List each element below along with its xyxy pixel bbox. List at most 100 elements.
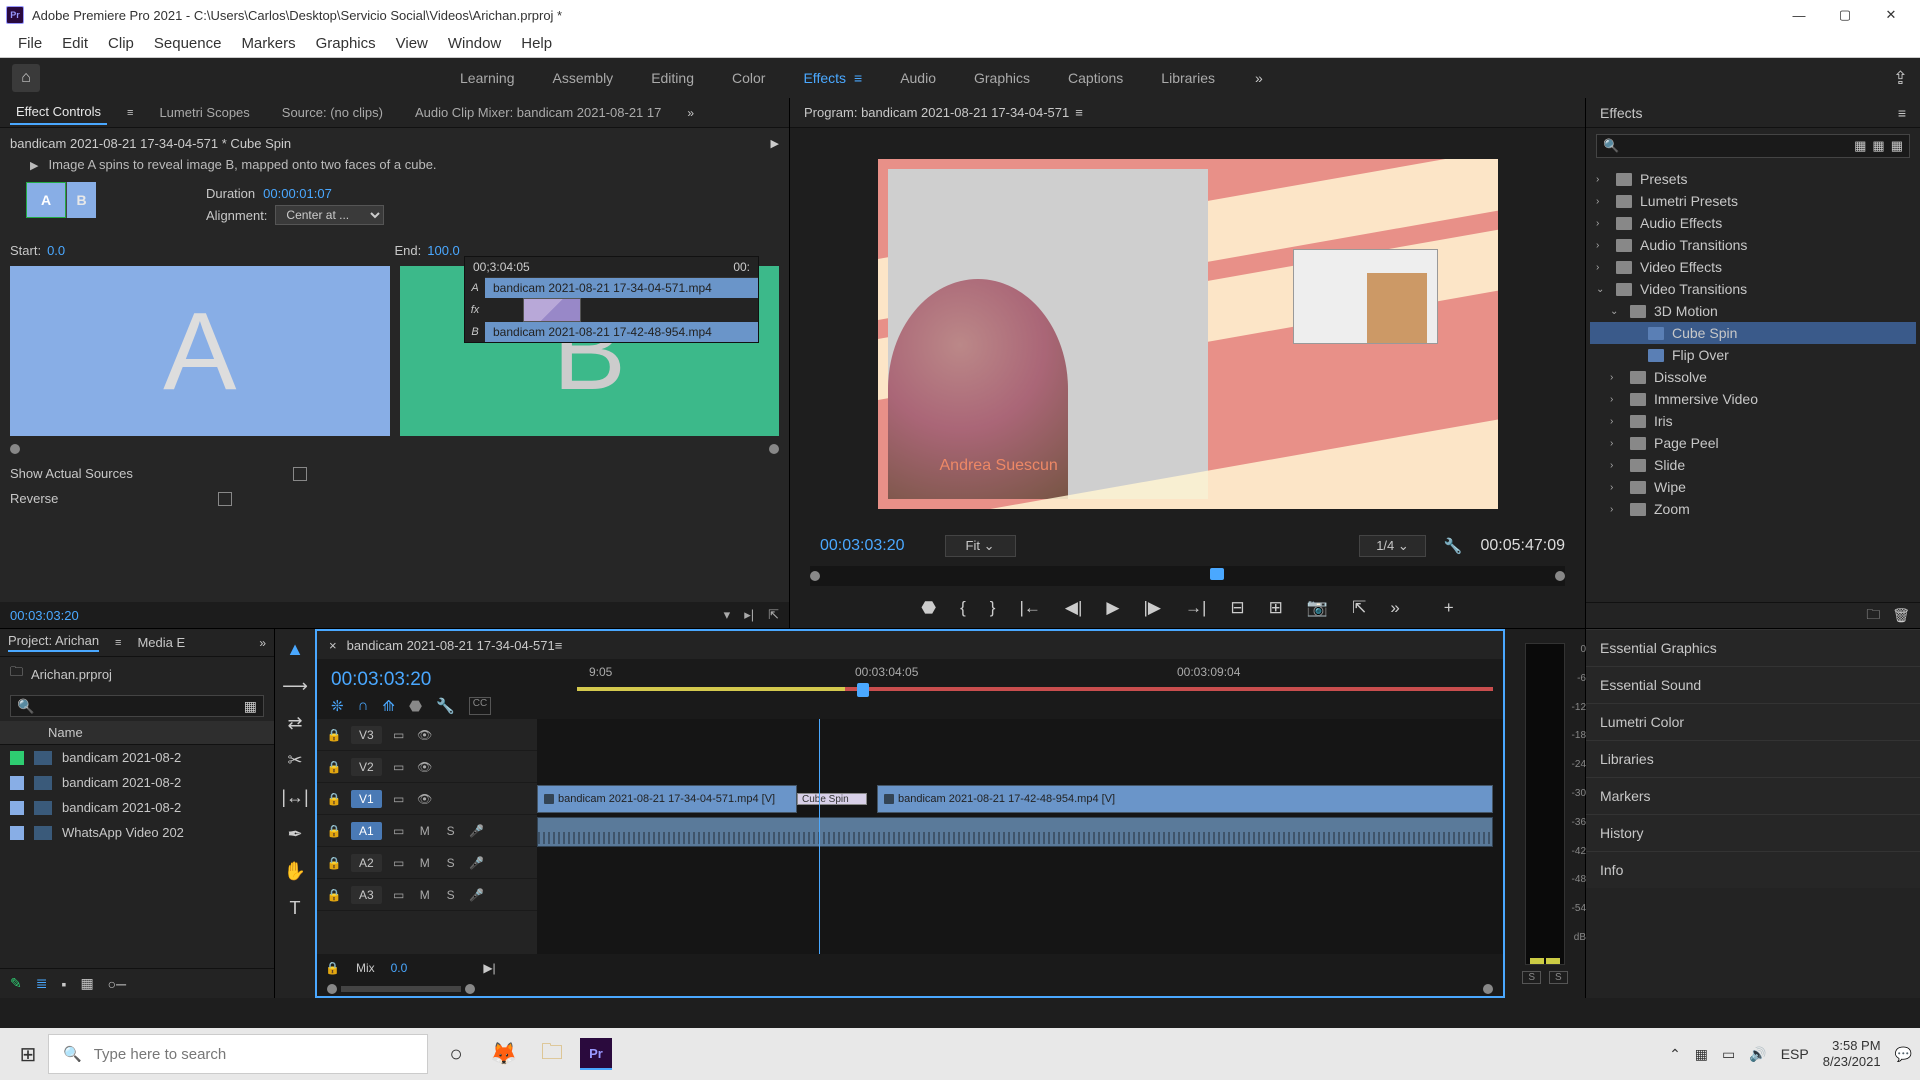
close-button[interactable]: ✕ bbox=[1868, 0, 1914, 30]
effects-item-lumetri-presets[interactable]: ›Lumetri Presets bbox=[1590, 190, 1916, 212]
freeform-view-icon[interactable]: ▦ bbox=[80, 975, 93, 992]
premiere-taskbar-icon[interactable]: Pr bbox=[580, 1038, 612, 1070]
pen-tool-icon[interactable]: ✒ bbox=[287, 824, 302, 845]
mix-value[interactable]: 0.0 bbox=[391, 961, 408, 975]
effects-search[interactable]: 🔍▦▦▦ bbox=[1596, 134, 1910, 158]
tag-icon[interactable]: ⬣ bbox=[409, 697, 422, 715]
solo-r[interactable]: S bbox=[1549, 971, 1568, 984]
end-value[interactable]: 100.0 bbox=[427, 243, 460, 258]
extract-icon[interactable]: ⊞ bbox=[1269, 598, 1283, 618]
step-fwd-icon[interactable]: |▶ bbox=[1143, 598, 1161, 618]
tray-notifications-icon[interactable]: 💬 bbox=[1895, 1046, 1912, 1063]
start-value[interactable]: 0.0 bbox=[47, 243, 65, 258]
workspace-editing[interactable]: Editing bbox=[651, 70, 694, 86]
clip-2[interactable]: bandicam 2021-08-21 17-42-48-954.mp4 [V] bbox=[877, 785, 1493, 813]
tab-source[interactable]: Source: (no clips) bbox=[276, 101, 389, 124]
panel-lumetri-color[interactable]: Lumetri Color bbox=[1586, 703, 1920, 740]
zoom-handle-l[interactable] bbox=[327, 984, 337, 994]
track-header-V2[interactable]: 🔒V2▭👁 bbox=[317, 751, 537, 783]
effects-item-zoom[interactable]: ›Zoom bbox=[1590, 498, 1916, 520]
slip-tool-icon[interactable]: |↔| bbox=[281, 787, 308, 808]
panel-essential-graphics[interactable]: Essential Graphics bbox=[1586, 629, 1920, 666]
start-button[interactable]: ⊞ bbox=[8, 1034, 48, 1074]
program-monitor[interactable]: Andrea Suescun bbox=[790, 128, 1585, 528]
maximize-button[interactable]: ▢ bbox=[1822, 0, 1868, 30]
marker-tool-icon[interactable]: ⟰ bbox=[382, 697, 395, 715]
project-search[interactable]: 🔍▦ bbox=[10, 695, 264, 717]
ec-timecode[interactable]: 00:03:03:20 bbox=[10, 608, 79, 623]
mini-transition[interactable] bbox=[523, 298, 581, 322]
track-header-A3[interactable]: 🔒A3▭MS🎤 bbox=[317, 879, 537, 911]
track-header-V3[interactable]: 🔒V3▭👁 bbox=[317, 719, 537, 751]
track-select-tool-icon[interactable]: ⟶ bbox=[282, 676, 308, 697]
workspace-color[interactable]: Color bbox=[732, 70, 765, 86]
effects-item-flip-over[interactable]: Flip Over bbox=[1590, 344, 1916, 366]
selection-tool-icon[interactable]: ▲ bbox=[286, 639, 304, 660]
effects-item-wipe[interactable]: ›Wipe bbox=[1590, 476, 1916, 498]
export-icon[interactable]: ⇱ bbox=[768, 607, 779, 623]
track-header-A1[interactable]: 🔒A1▭MS🎤 bbox=[317, 815, 537, 847]
panel-menu-icon[interactable]: ≡ bbox=[1898, 105, 1906, 121]
effects-item-audio-effects[interactable]: ›Audio Effects bbox=[1590, 212, 1916, 234]
transition-cube-spin[interactable]: Cube Spin bbox=[797, 793, 867, 805]
effects-item-3d-motion[interactable]: ⌄3D Motion bbox=[1590, 300, 1916, 322]
tray-battery-icon[interactable]: ▭ bbox=[1722, 1046, 1735, 1063]
menu-help[interactable]: Help bbox=[511, 32, 562, 55]
settings-icon[interactable]: 🔧 bbox=[1444, 537, 1463, 555]
play-transition-icon[interactable]: ▶ bbox=[771, 137, 779, 150]
track-header-V1[interactable]: 🔒V1▭👁 bbox=[317, 783, 537, 815]
project-item[interactable]: bandicam 2021-08-2 bbox=[0, 795, 274, 820]
mini-clip-b[interactable]: bandicam 2021-08-21 17-42-48-954.mp4 bbox=[485, 322, 758, 342]
workspace-learning[interactable]: Learning bbox=[460, 70, 515, 86]
icon-view-icon[interactable]: ▪ bbox=[61, 976, 66, 992]
workspace-audio[interactable]: Audio bbox=[900, 70, 936, 86]
tab-lumetri-scopes[interactable]: Lumetri Scopes bbox=[153, 101, 255, 124]
workspace-captions[interactable]: Captions bbox=[1068, 70, 1123, 86]
project-item[interactable]: bandicam 2021-08-2 bbox=[0, 770, 274, 795]
solo-l[interactable]: S bbox=[1522, 971, 1541, 984]
firefox-icon[interactable]: 🦊 bbox=[484, 1034, 524, 1074]
panel-history[interactable]: History bbox=[1586, 814, 1920, 851]
hand-tool-icon[interactable]: ✋ bbox=[284, 861, 306, 882]
effects-item-immersive-video[interactable]: ›Immersive Video bbox=[1590, 388, 1916, 410]
tray-ime-icon[interactable]: ▦ bbox=[1695, 1046, 1708, 1063]
menu-file[interactable]: File bbox=[8, 32, 52, 55]
timeline-content[interactable]: bandicam 2021-08-21 17-34-04-571.mp4 [V]… bbox=[537, 719, 1503, 954]
skip-icon[interactable]: ▶| bbox=[483, 961, 495, 975]
new-item-icon[interactable]: ▦ bbox=[244, 698, 257, 715]
tab-media[interactable]: Media E bbox=[137, 635, 185, 650]
lock-mix-icon[interactable]: 🔒 bbox=[325, 961, 340, 975]
fx-badge-1-icon[interactable]: ▦ bbox=[1854, 138, 1866, 154]
panel-markers[interactable]: Markers bbox=[1586, 777, 1920, 814]
workspace-libraries[interactable]: Libraries bbox=[1161, 70, 1215, 86]
zoom-fit-select[interactable]: Fit ⌄ bbox=[945, 535, 1016, 557]
fx-badge-3-icon[interactable]: ▦ bbox=[1891, 138, 1903, 154]
effects-item-video-effects[interactable]: ›Video Effects bbox=[1590, 256, 1916, 278]
effects-item-presets[interactable]: ›Presets bbox=[1590, 168, 1916, 190]
step-icon[interactable]: ▸| bbox=[744, 607, 754, 623]
preview-play-icon[interactable]: ▶ bbox=[30, 160, 38, 172]
overflow-icon[interactable]: » bbox=[1390, 598, 1399, 618]
program-scrubber[interactable] bbox=[810, 566, 1565, 586]
goto-in-icon[interactable]: |← bbox=[1019, 598, 1040, 618]
lift-icon[interactable]: ⊟ bbox=[1230, 598, 1244, 618]
alignment-select[interactable]: Center at ... bbox=[275, 205, 384, 225]
zoom-handle-r[interactable] bbox=[465, 984, 475, 994]
fx-badge-2-icon[interactable]: ▦ bbox=[1872, 138, 1884, 154]
effects-item-cube-spin[interactable]: Cube Spin bbox=[1590, 322, 1916, 344]
add-button-icon[interactable]: + bbox=[1444, 598, 1454, 618]
panel-libraries[interactable]: Libraries bbox=[1586, 740, 1920, 777]
snapshot-icon[interactable]: 📷 bbox=[1307, 598, 1328, 618]
zoom-slider[interactable]: ○─ bbox=[108, 976, 126, 992]
razor-tool-icon[interactable]: ✂ bbox=[287, 750, 302, 771]
project-item[interactable]: bandicam 2021-08-2 bbox=[0, 745, 274, 770]
home-icon[interactable]: ⌂ bbox=[12, 64, 40, 92]
effects-item-iris[interactable]: ›Iris bbox=[1590, 410, 1916, 432]
show-actual-checkbox[interactable] bbox=[293, 467, 307, 481]
effects-item-dissolve[interactable]: ›Dissolve bbox=[1590, 366, 1916, 388]
audio-clip-1[interactable] bbox=[537, 817, 1493, 847]
clip-1[interactable]: bandicam 2021-08-21 17-34-04-571.mp4 [V] bbox=[537, 785, 797, 813]
timeline-ruler[interactable]: 9:05 00:03:04:05 00:03:09:04 bbox=[577, 659, 1503, 719]
menu-window[interactable]: Window bbox=[438, 32, 511, 55]
effects-item-page-peel[interactable]: ›Page Peel bbox=[1590, 432, 1916, 454]
